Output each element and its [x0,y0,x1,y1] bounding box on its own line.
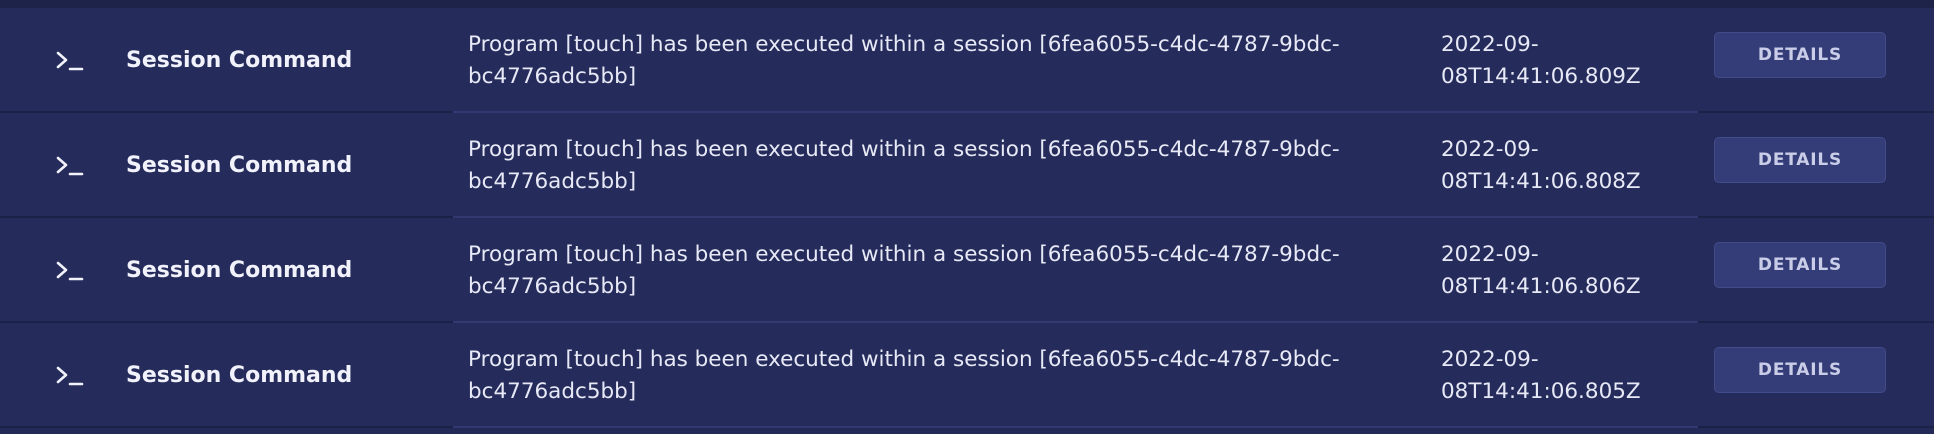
table-top-divider [0,0,1934,8]
details-button[interactable]: DETAILS [1714,32,1886,78]
event-message: Program [touch] has been executed within… [468,8,1368,113]
event-timestamp-line: 2022-09- [1441,346,1539,372]
event-timestamp: 2022-09- 08T14:41:06.809Z [1441,8,1661,113]
event-timestamp: 2022-09- 08T14:41:06.805Z [1441,323,1661,428]
event-timestamp-line: 2022-09- [1441,136,1539,162]
event-timestamp-line: 2022-09- [1441,31,1539,57]
event-message: Program [touch] has been executed within… [468,323,1368,428]
event-timestamp: 2022-09- 08T14:41:06.806Z [1441,218,1661,323]
details-button[interactable]: DETAILS [1714,137,1886,183]
event-message-line: Program [touch] has been executed within… [468,136,1340,162]
table-row: Session Command Program [touch] has been… [0,218,1934,323]
event-message-line: bc4776adc5bb] [468,168,637,194]
terminal-icon [56,323,84,428]
event-type: Session Command [126,153,353,178]
table-row: Session Command Program [touch] has been… [0,8,1934,113]
event-message-line: Program [touch] has been executed within… [468,346,1340,372]
terminal-icon [56,8,84,113]
event-type: Session Command [126,363,353,388]
audit-events-table: Session Command Program [touch] has been… [0,0,1934,434]
event-message: Program [touch] has been executed within… [468,218,1368,323]
details-button[interactable]: DETAILS [1714,347,1886,393]
event-timestamp-line: 08T14:41:06.808Z [1441,168,1641,194]
table-row: Session Command Program [touch] has been… [0,323,1934,428]
event-message-line: Program [touch] has been executed within… [468,241,1340,267]
event-timestamp-line: 08T14:41:06.805Z [1441,378,1641,404]
terminal-icon [56,113,84,218]
event-timestamp-line: 08T14:41:06.806Z [1441,273,1641,299]
row-divider [0,426,1934,428]
event-timestamp: 2022-09- 08T14:41:06.808Z [1441,113,1661,218]
event-type: Session Command [126,258,353,283]
event-message: Program [touch] has been executed within… [468,113,1368,218]
event-message-line: bc4776adc5bb] [468,63,637,89]
event-message-line: Program [touch] has been executed within… [468,31,1340,57]
table-row: Session Command Program [touch] has been… [0,113,1934,218]
event-message-line: bc4776adc5bb] [468,273,637,299]
event-timestamp-line: 08T14:41:06.809Z [1441,63,1641,89]
terminal-icon [56,218,84,323]
event-timestamp-line: 2022-09- [1441,241,1539,267]
event-message-line: bc4776adc5bb] [468,378,637,404]
event-type: Session Command [126,48,353,73]
details-button[interactable]: DETAILS [1714,242,1886,288]
